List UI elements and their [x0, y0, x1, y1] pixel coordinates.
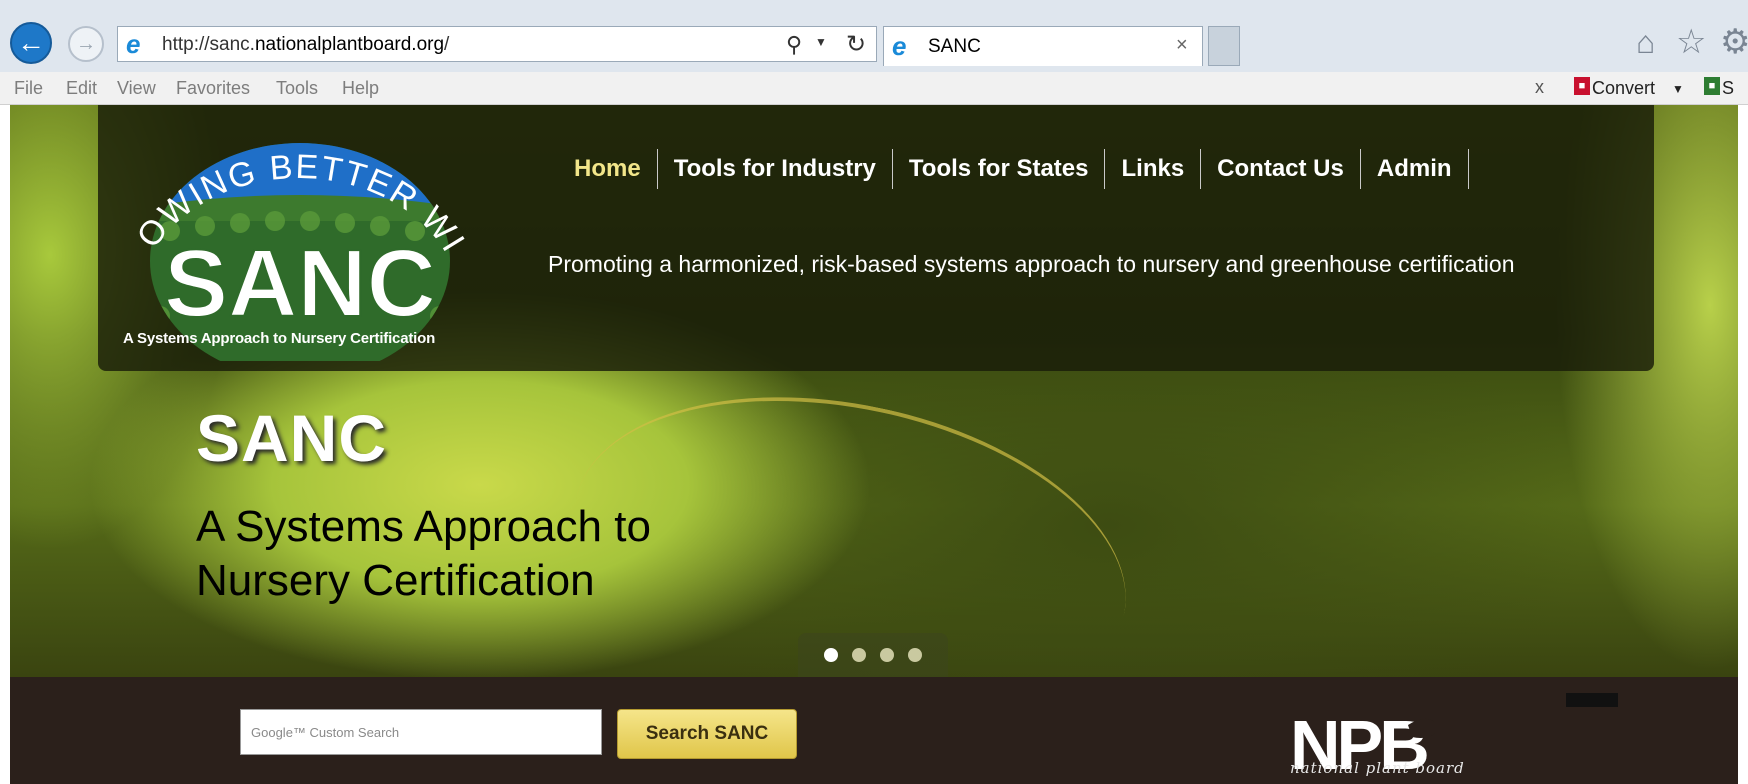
- url-prefix: http://sanc.: [162, 34, 255, 55]
- logo-caption: A Systems Approach to Nursery Certificat…: [123, 330, 436, 347]
- convert-dropdown-icon[interactable]: ▼: [1672, 82, 1684, 96]
- slider-dot-1[interactable]: [824, 648, 838, 662]
- npb-caption: national plant board: [1290, 759, 1465, 777]
- nav-contact-us[interactable]: Contact Us: [1201, 149, 1361, 189]
- hero-subtitle-line-1: A Systems Approach to: [196, 502, 651, 551]
- search-sanc-button[interactable]: Search SANC: [617, 709, 797, 759]
- slider-dot-4[interactable]: [908, 648, 922, 662]
- star-icon[interactable]: ☆: [1676, 22, 1706, 62]
- nav-admin[interactable]: Admin: [1361, 149, 1469, 189]
- url-suffix: /: [444, 34, 450, 55]
- close-tab-icon[interactable]: ×: [1176, 34, 1188, 57]
- gear-icon[interactable]: ⚙: [1720, 22, 1748, 62]
- url-text[interactable]: http://sanc.nationalplantboard.org/: [162, 34, 449, 56]
- menu-favorites[interactable]: Favorites: [176, 78, 250, 99]
- menu-edit[interactable]: Edit: [66, 78, 97, 99]
- hero-subtitle: A Systems Approach to Nursery Certificat…: [196, 500, 651, 608]
- nav-home[interactable]: Home: [558, 149, 658, 189]
- chevron-down-icon[interactable]: ▼: [815, 35, 827, 49]
- menu-tools[interactable]: Tools: [276, 78, 318, 99]
- footer-decoration: [1566, 693, 1618, 707]
- web-page: GROWING BETTER WITH SANC A Systems Appro…: [10, 105, 1738, 784]
- hero-subtitle-line-2: Nursery Certification: [196, 556, 595, 605]
- logo-wordmark: SANC: [164, 230, 436, 337]
- slider-dot-2[interactable]: [852, 648, 866, 662]
- menu-bar: File Edit View Favorites Tools Help x ■ …: [0, 72, 1748, 105]
- convert-button[interactable]: Convert: [1592, 78, 1655, 99]
- site-tagline: Promoting a harmonized, risk-based syste…: [548, 251, 1515, 277]
- url-domain: nationalplantboard.org: [254, 34, 445, 55]
- menu-file[interactable]: File: [14, 78, 43, 99]
- new-tab-button[interactable]: [1208, 26, 1240, 66]
- toolbar-close-button[interactable]: x: [1535, 77, 1544, 98]
- main-nav: Home Tools for Industry Tools for States…: [558, 149, 1469, 189]
- select-icon: ■: [1704, 77, 1720, 95]
- nav-links[interactable]: Links: [1105, 149, 1202, 189]
- tab-title: SANC: [928, 36, 981, 57]
- sanc-logo[interactable]: GROWING BETTER WITH SANC: [110, 111, 490, 361]
- hero-banner: GROWING BETTER WITH SANC A Systems Appro…: [10, 105, 1738, 764]
- nav-tools-for-states[interactable]: Tools for States: [893, 149, 1106, 189]
- menu-help[interactable]: Help: [342, 78, 379, 99]
- browser-tab[interactable]: e SANC ×: [883, 26, 1203, 66]
- google-custom-search-input[interactable]: [240, 709, 602, 755]
- hero-title: SANC: [196, 401, 388, 475]
- home-icon[interactable]: ⌂: [1636, 24, 1655, 61]
- slider-pagination: [798, 633, 948, 677]
- ie-icon: e: [126, 29, 141, 59]
- forward-button[interactable]: →: [68, 26, 104, 62]
- browser-toolbar: ← → e http://sanc.nationalplantboard.org…: [0, 0, 1748, 72]
- search-icon[interactable]: ⚲: [786, 32, 812, 58]
- menu-view[interactable]: View: [117, 78, 156, 99]
- address-bar[interactable]: e http://sanc.nationalplantboard.org/ ⚲ …: [117, 26, 877, 62]
- refresh-icon[interactable]: ↻: [846, 30, 866, 59]
- slider-dot-3[interactable]: [880, 648, 894, 662]
- select-button[interactable]: S: [1722, 78, 1734, 99]
- ie-tab-icon: e: [892, 31, 907, 61]
- search-bar-section: Search SANC NPB national plant board: [10, 677, 1738, 784]
- pdf-convert-icon: ■: [1574, 77, 1590, 95]
- back-button[interactable]: ←: [10, 22, 52, 64]
- nav-tools-for-industry[interactable]: Tools for Industry: [658, 149, 893, 189]
